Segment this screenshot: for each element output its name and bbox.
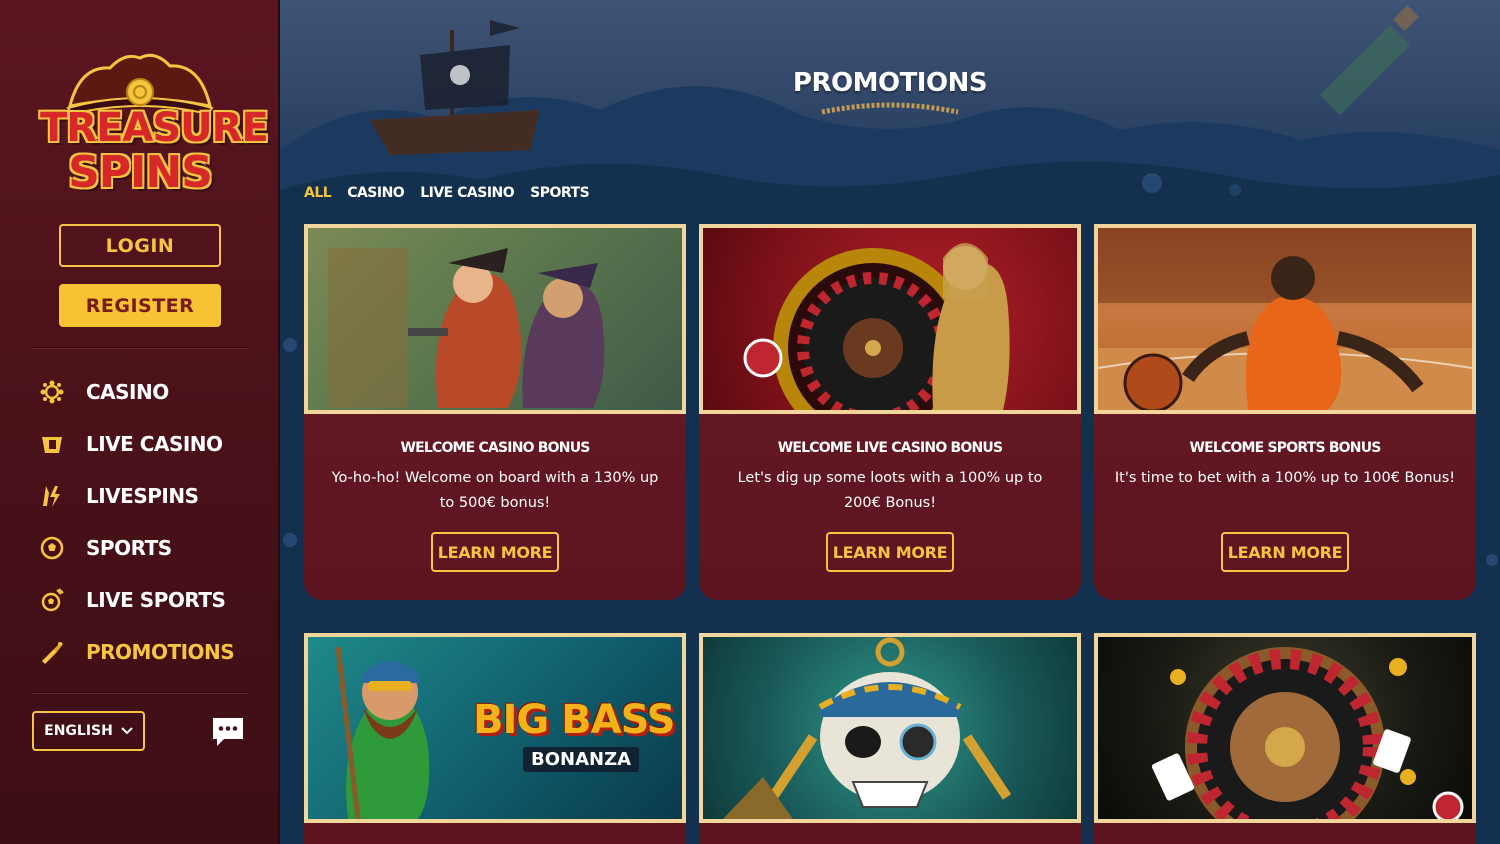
promo-image-roulette xyxy=(699,224,1081,414)
page-title: PROMOTIONS xyxy=(792,68,988,98)
treasure-spins-logo[interactable]: TREASURE SPINS xyxy=(40,48,269,208)
register-button[interactable]: REGISTER xyxy=(59,284,221,327)
language-value: ENGLISH xyxy=(44,723,113,739)
live-ball-icon xyxy=(38,586,66,614)
rope-divider-icon xyxy=(821,102,959,115)
sidebar-nav: CASINO LIVE CASINO LIVESPINS SPORTS LIVE… xyxy=(38,366,268,678)
learn-more-button[interactable]: LEARN MORE xyxy=(431,532,559,572)
nav-label: LIVE CASINO xyxy=(86,432,223,456)
big-bass-subtitle: BONANZA xyxy=(523,747,640,772)
filter-all[interactable]: ALL xyxy=(304,185,332,201)
nav-item-casino[interactable]: CASINO xyxy=(38,366,268,418)
promo-image-big-bass: BIG BASS BONANZA xyxy=(304,633,686,823)
chat-icon[interactable] xyxy=(210,715,246,749)
language-select[interactable]: ENGLISH xyxy=(32,711,145,751)
promo-card-sports: WELCOME SPORTS BONUS It's time to bet wi… xyxy=(1094,224,1476,600)
nav-item-live-sports[interactable]: LIVE SPORTS xyxy=(38,574,268,626)
learn-more-button[interactable]: LEARN MORE xyxy=(1221,532,1349,572)
promo-image-basketball xyxy=(1094,224,1476,414)
filter-live-casino[interactable]: LIVE CASINO xyxy=(420,185,514,201)
chevron-down-icon xyxy=(121,724,133,738)
logo-line-2: SPINS xyxy=(68,147,213,198)
promo-filters: ALL CASINO LIVE CASINO SPORTS xyxy=(304,185,590,201)
promo-card-roulette-dark xyxy=(1094,633,1476,844)
nav-label: LIVE SPORTS xyxy=(86,588,226,612)
trumpet-icon xyxy=(38,638,66,666)
card-title: WELCOME SPORTS BONUS xyxy=(1189,440,1381,456)
sidebar-divider xyxy=(32,347,248,349)
logo-line-1: TREASURE xyxy=(40,105,269,151)
login-button[interactable]: LOGIN xyxy=(59,224,221,267)
lightning-icon xyxy=(38,482,66,510)
sidebar-divider xyxy=(32,692,248,694)
nav-item-sports[interactable]: SPORTS xyxy=(38,522,268,574)
big-bass-title: BIG BASS xyxy=(473,697,675,743)
learn-more-button[interactable]: LEARN MORE xyxy=(826,532,954,572)
nav-label: CASINO xyxy=(86,380,169,404)
promo-image-pirates xyxy=(304,224,686,414)
coins-icon xyxy=(38,378,66,406)
promo-card-casino: WELCOME CASINO BONUS Yo-ho-ho! Welcome o… xyxy=(304,224,686,600)
promo-card-live-casino: WELCOME LIVE CASINO BONUS Let's dig up s… xyxy=(699,224,1081,600)
nav-label: LIVESPINS xyxy=(86,484,199,508)
promo-card-skull xyxy=(699,633,1081,844)
bottle-icon xyxy=(1320,5,1419,115)
promo-card-big-bass: BIG BASS BONANZA xyxy=(304,633,686,844)
nav-item-livespins[interactable]: LIVESPINS xyxy=(38,470,268,522)
card-text: Yo-ho-ho! Welcome on board with a 130% u… xyxy=(331,470,659,511)
main-content: PROMOTIONS ALL CASINO LIVE CASINO SPORTS… xyxy=(280,0,1500,844)
card-title: WELCOME CASINO BONUS xyxy=(400,440,590,456)
card-text: It's time to bet with a 100% up to 100€ … xyxy=(1114,470,1456,486)
nav-label: SPORTS xyxy=(86,536,172,560)
soccer-ball-icon xyxy=(38,534,66,562)
promo-image-roulette-wheel xyxy=(1094,633,1476,823)
nav-label: PROMOTIONS xyxy=(86,640,235,664)
card-text: Let's dig up some loots with a 100% up t… xyxy=(737,470,1043,511)
filter-sports[interactable]: SPORTS xyxy=(530,185,590,201)
card-table-icon xyxy=(38,430,66,458)
nav-item-live-casino[interactable]: LIVE CASINO xyxy=(38,418,268,470)
filter-casino[interactable]: CASINO xyxy=(347,185,405,201)
promo-image-skull xyxy=(699,633,1081,823)
nav-item-promotions[interactable]: PROMOTIONS xyxy=(38,626,268,678)
sidebar: TREASURE SPINS LOGIN REGISTER CASINO LIV… xyxy=(0,0,280,844)
card-title: WELCOME LIVE CASINO BONUS xyxy=(777,440,1003,456)
